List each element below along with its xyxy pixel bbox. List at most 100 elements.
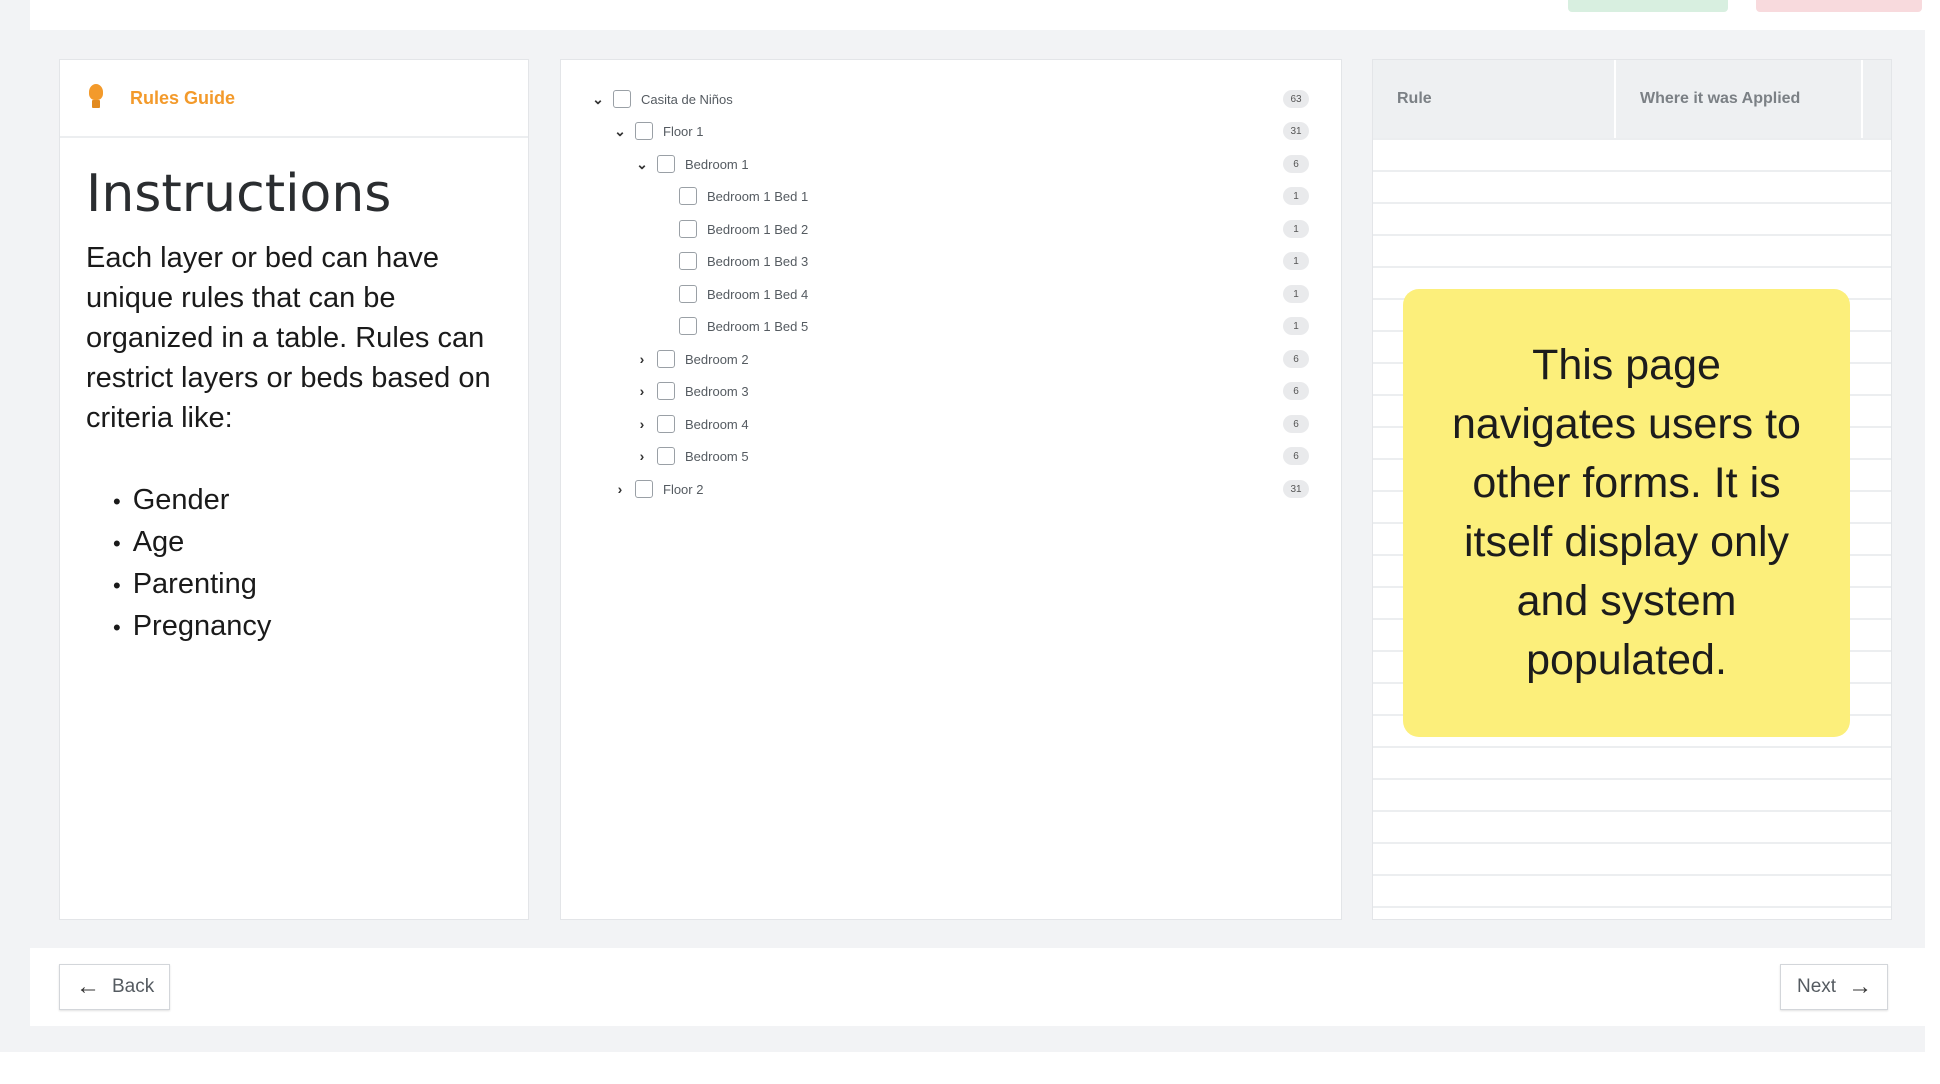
tree-node-checkbox[interactable] [679, 220, 697, 238]
criteria-item: Age [113, 522, 502, 564]
rules-guide-body: Instructions Each layer or bed can have … [60, 138, 528, 648]
tree-node-checkbox[interactable] [635, 480, 653, 498]
criteria-item: Pregnancy [113, 606, 502, 648]
tree-node[interactable]: Bedroom 1 Bed 1 1 [657, 181, 1341, 211]
tree-node[interactable]: Bedroom 1 Bed 2 1 [657, 214, 1341, 244]
tree-node[interactable]: ⌄ Floor 1 31 [613, 116, 1341, 146]
criteria-item: Gender [113, 480, 502, 522]
location-tree-panel: ⌄ Casita de Niños 63 ⌄ Floor 1 31 ⌄ Bedr… [560, 59, 1342, 920]
tree-node[interactable]: › Floor 2 31 [613, 474, 1341, 504]
tree-node-label: Bedroom 1 Bed 5 [707, 318, 809, 334]
next-button-label: Next [1797, 976, 1837, 997]
chevron-right-icon[interactable]: › [635, 351, 649, 367]
table-row-divider [1373, 778, 1891, 780]
back-button-label: Back [112, 976, 155, 997]
tree-node-label: Casita de Niños [641, 91, 733, 107]
rules-guide-title: Rules Guide [130, 87, 236, 108]
column-header-where-applied[interactable]: Where it was Applied [1616, 60, 1863, 138]
clear-button[interactable] [1756, 0, 1922, 12]
table-row-divider [1373, 746, 1891, 748]
tree-node-checkbox[interactable] [679, 187, 697, 205]
table-row-divider [1373, 138, 1891, 140]
tree-node[interactable]: › Bedroom 4 6 [635, 409, 1341, 439]
tree-node-label: Bedroom 1 Bed 1 [707, 188, 809, 204]
next-button[interactable]: Next → [1780, 964, 1888, 1010]
tree-node-checkbox[interactable] [679, 317, 697, 335]
table-row-divider [1373, 234, 1891, 236]
instructions-text: Each layer or bed can have unique rules … [86, 242, 491, 434]
chevron-right-icon[interactable]: › [613, 481, 627, 497]
chevron-down-icon[interactable]: ⌄ [613, 123, 627, 139]
tree-node-count: 1 [1283, 285, 1309, 303]
tree-node-count: 31 [1283, 122, 1309, 140]
chevron-right-icon[interactable]: › [635, 416, 649, 432]
tree-node-label: Floor 2 [663, 481, 704, 497]
table-row-divider [1373, 874, 1891, 876]
table-row-divider [1373, 906, 1891, 908]
tree-node-label: Floor 1 [663, 123, 704, 139]
arrow-left-icon: ← [76, 973, 100, 1000]
rules-table-header: Rule Where it was Applied [1373, 60, 1891, 138]
tree-node[interactable]: ⌄ Casita de Niños 63 [591, 84, 1341, 114]
tree-node[interactable]: › Bedroom 5 6 [635, 441, 1341, 471]
tree-node[interactable]: ⌄ Bedroom 1 6 [635, 149, 1341, 179]
rules-guide-panel: Rules Guide Instructions Each layer or b… [59, 59, 529, 920]
chevron-right-icon[interactable]: › [635, 448, 649, 464]
tree-node-checkbox[interactable] [679, 285, 697, 303]
tree-node-count: 6 [1283, 415, 1309, 433]
tree-node-checkbox[interactable] [657, 447, 675, 465]
tree-node-count: 6 [1283, 447, 1309, 465]
top-toolbar [30, 0, 1925, 30]
tree-node[interactable]: Bedroom 1 Bed 3 1 [657, 246, 1341, 276]
table-row-divider [1373, 842, 1891, 844]
sticky-note: This page navigates users to other forms… [1403, 289, 1850, 737]
tree-node-label: Bedroom 1 [685, 156, 749, 172]
tree-node-count: 6 [1283, 155, 1309, 173]
tree-node-count: 1 [1283, 252, 1309, 270]
sticky-note-text: This page navigates users to other forms… [1452, 341, 1801, 684]
tree-node-count: 1 [1283, 317, 1309, 335]
tree-node-count: 6 [1283, 350, 1309, 368]
chevron-down-icon[interactable]: ⌄ [635, 156, 649, 172]
lightbulb-icon [86, 84, 106, 112]
tree-node[interactable]: › Bedroom 3 6 [635, 376, 1341, 406]
tree-node-checkbox[interactable] [679, 252, 697, 270]
tree-node-checkbox[interactable] [657, 155, 675, 173]
tree-node-label: Bedroom 4 [685, 416, 749, 432]
tree-node-checkbox[interactable] [635, 122, 653, 140]
criteria-list: Gender Age Parenting Pregnancy [86, 480, 502, 648]
tree-node-label: Bedroom 1 Bed 4 [707, 286, 809, 302]
tree-node[interactable]: Bedroom 1 Bed 4 1 [657, 279, 1341, 309]
app-window: Rules Guide Instructions Each layer or b… [0, 0, 1925, 1052]
tree-node-label: Bedroom 1 Bed 3 [707, 253, 809, 269]
apply-button[interactable] [1568, 0, 1728, 12]
tree-node-count: 6 [1283, 382, 1309, 400]
instructions-heading: Instructions [86, 164, 392, 224]
tree-node-label: Bedroom 1 Bed 2 [707, 221, 809, 237]
tree-node-label: Bedroom 3 [685, 383, 749, 399]
tree-node-checkbox[interactable] [657, 350, 675, 368]
column-header-rule[interactable]: Rule [1373, 60, 1616, 138]
criteria-item: Parenting [113, 564, 502, 606]
footer-bar: ← Back Next → [30, 948, 1925, 1026]
table-row-divider [1373, 170, 1891, 172]
table-row-divider [1373, 266, 1891, 268]
chevron-right-icon[interactable]: › [635, 383, 649, 399]
back-button[interactable]: ← Back [59, 964, 170, 1010]
arrow-right-icon: → [1848, 973, 1873, 1000]
rules-guide-header: Rules Guide [60, 60, 528, 138]
table-row-divider [1373, 810, 1891, 812]
tree-node-checkbox[interactable] [657, 415, 675, 433]
tree-node-label: Bedroom 5 [685, 448, 749, 464]
tree-node-count: 1 [1283, 220, 1309, 238]
chevron-down-icon[interactable]: ⌄ [591, 91, 605, 107]
tree-node-count: 63 [1283, 90, 1309, 108]
tree-node-count: 1 [1283, 187, 1309, 205]
tree-node[interactable]: › Bedroom 2 6 [635, 344, 1341, 374]
tree-node-label: Bedroom 2 [685, 351, 749, 367]
table-row-divider [1373, 202, 1891, 204]
tree-node[interactable]: Bedroom 1 Bed 5 1 [657, 311, 1341, 341]
tree-node-count: 31 [1283, 480, 1309, 498]
tree-node-checkbox[interactable] [613, 90, 631, 108]
tree-node-checkbox[interactable] [657, 382, 675, 400]
